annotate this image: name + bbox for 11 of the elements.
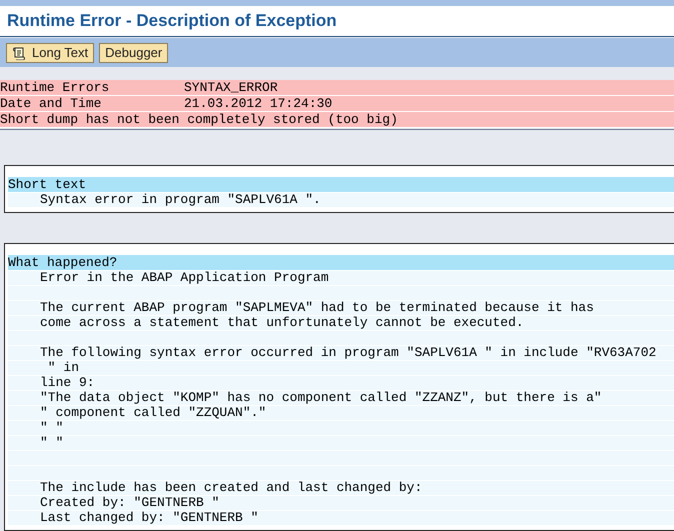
section-heading: Short text xyxy=(8,177,674,193)
field-value: SYNTAX_ERROR xyxy=(184,80,278,95)
window-title: Runtime Error - Description of Exception xyxy=(7,10,337,32)
field-label: Date and Time xyxy=(0,96,102,111)
section-heading: What happened? xyxy=(8,255,674,271)
field-label: Short dump has not been completely stored (too big) xyxy=(0,112,398,127)
toolbar-button[interactable]: Long Text xyxy=(6,42,94,62)
toolbar-button[interactable]: Debugger xyxy=(99,42,168,62)
field-value: 21.03.2012 17:24:30 xyxy=(184,96,332,111)
scroll-icon xyxy=(12,46,26,60)
field-label: Runtime Errors xyxy=(0,80,110,95)
